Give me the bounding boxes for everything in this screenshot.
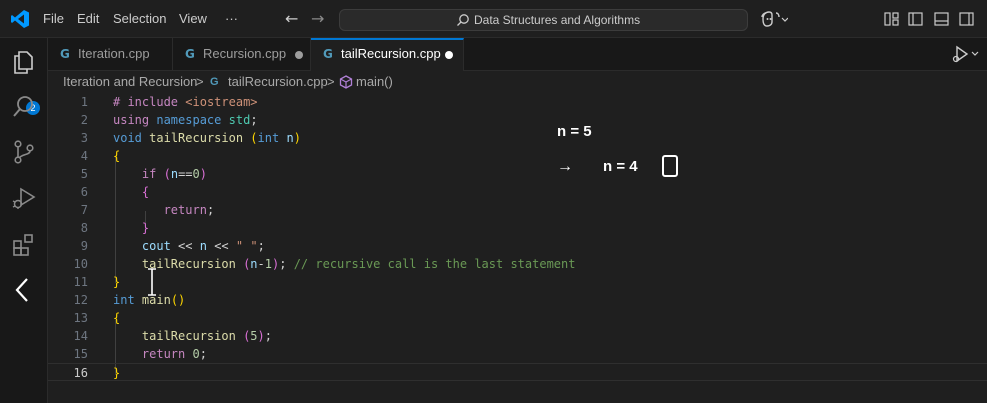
- code-line[interactable]: 7 return;: [48, 201, 987, 219]
- cpp-file-icon: G: [323, 47, 333, 61]
- code-line[interactable]: 2 using namespace std;: [48, 111, 987, 129]
- menu-selection[interactable]: Selection: [113, 11, 166, 26]
- code-line[interactable]: 8 }: [48, 219, 987, 237]
- cpp-file-icon: G: [210, 76, 219, 88]
- extensions-icon[interactable]: [10, 231, 38, 259]
- command-center-search[interactable]: Data Structures and Algorithms: [339, 9, 748, 31]
- source-control-icon[interactable]: [10, 138, 38, 166]
- run-code-icon[interactable]: [952, 45, 982, 63]
- code-line[interactable]: 14 tailRecursion (5);: [48, 327, 987, 345]
- customize-layout-icon[interactable]: [884, 12, 899, 26]
- search-icon[interactable]: [10, 93, 38, 121]
- code-editor[interactable]: 1 # include <iostream> 2 using namespace…: [48, 93, 987, 403]
- cpp-file-icon: G: [185, 47, 195, 61]
- activity-bar: 2: [0, 38, 48, 403]
- menu-edit[interactable]: Edit: [77, 11, 99, 26]
- title-bar: File Edit Selection View ··· ← → Data St…: [0, 0, 987, 38]
- run-debug-icon[interactable]: [10, 184, 38, 212]
- code-line[interactable]: 10 tailRecursion (n-1); // recursive cal…: [48, 255, 987, 273]
- breadcrumb-symbol[interactable]: main(): [356, 74, 393, 89]
- annotation-stack-frame-box: [662, 155, 678, 177]
- forward-arrow-icon[interactable]: →: [311, 9, 324, 28]
- breadcrumb-file[interactable]: tailRecursion.cpp: [228, 74, 328, 89]
- cpp-file-icon: G: [60, 47, 70, 61]
- breadcrumb-separator: >: [196, 74, 204, 89]
- code-line[interactable]: 9 cout << n << " ";: [48, 237, 987, 255]
- text-cursor-icon: [148, 268, 156, 296]
- search-icon: [457, 14, 469, 26]
- code-line[interactable]: 1 # include <iostream>: [48, 93, 987, 111]
- menu-more[interactable]: ···: [225, 11, 238, 26]
- tab-tailrecursion-cpp[interactable]: G tailRecursion.cpp: [311, 38, 464, 71]
- copilot-icon[interactable]: [760, 10, 788, 28]
- menu-view[interactable]: View: [179, 11, 207, 26]
- menu-file[interactable]: File: [43, 11, 64, 26]
- command-center-text: Data Structures and Algorithms: [474, 13, 641, 27]
- breadcrumb-folder[interactable]: Iteration and Recursion: [63, 74, 197, 89]
- code-line[interactable]: 3 void tailRecursion (int n): [48, 129, 987, 147]
- editor-tab-bar: G Iteration.cpp G Recursion.cpp G tailRe…: [48, 38, 987, 71]
- collapse-chevron-icon[interactable]: [10, 276, 38, 304]
- code-line[interactable]: 5 if (n==0): [48, 165, 987, 183]
- code-line[interactable]: 11 }: [48, 273, 987, 291]
- method-symbol-icon: [339, 75, 353, 89]
- toggle-panel-icon[interactable]: [934, 12, 949, 26]
- back-arrow-icon[interactable]: ←: [285, 9, 298, 28]
- code-line[interactable]: 15 return 0;: [48, 345, 987, 363]
- toggle-primary-sidebar-icon[interactable]: [908, 12, 923, 26]
- tab-label: Recursion.cpp: [203, 46, 287, 61]
- annotation-n5: n = 5: [557, 123, 592, 140]
- code-line-current[interactable]: 16 }: [48, 363, 987, 381]
- tab-recursion-cpp[interactable]: G Recursion.cpp: [173, 38, 311, 71]
- unsaved-dot-icon[interactable]: [295, 51, 303, 59]
- code-line[interactable]: 13 {: [48, 309, 987, 327]
- unsaved-dot-icon[interactable]: [445, 51, 453, 59]
- tab-label: Iteration.cpp: [78, 46, 150, 61]
- code-line[interactable]: 12 int main(): [48, 291, 987, 309]
- explorer-icon[interactable]: [10, 48, 38, 76]
- code-line[interactable]: 6 {: [48, 183, 987, 201]
- breadcrumb-separator: >: [327, 74, 335, 89]
- code-line[interactable]: 4 {: [48, 147, 987, 165]
- toggle-secondary-sidebar-icon[interactable]: [959, 12, 974, 26]
- annotation-n4: n = 4: [603, 158, 638, 175]
- tab-label: tailRecursion.cpp: [341, 46, 441, 61]
- breadcrumb: Iteration and Recursion > G tailRecursio…: [48, 71, 987, 93]
- vscode-logo-icon: [11, 10, 29, 28]
- tab-iteration-cpp[interactable]: G Iteration.cpp: [48, 38, 173, 71]
- annotation-arrow: →: [557, 158, 573, 175]
